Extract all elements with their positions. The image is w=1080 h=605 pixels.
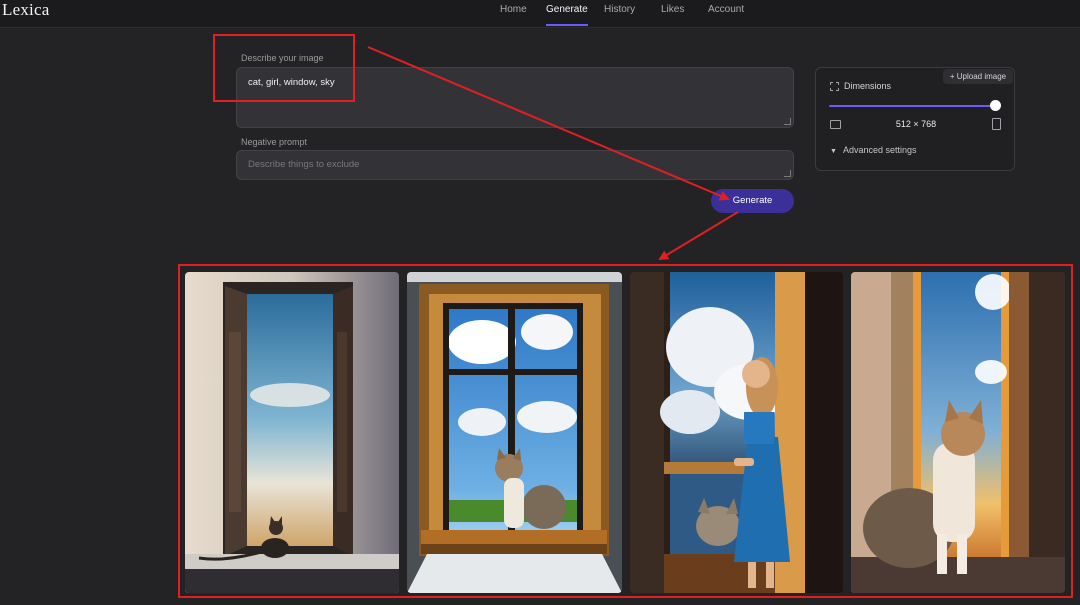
dimensions-slider-thumb[interactable] — [990, 100, 1001, 111]
prompt-highlight-box — [213, 34, 355, 102]
nav-generate[interactable]: Generate — [546, 4, 588, 15]
dimensions-label: Dimensions — [844, 81, 892, 91]
dimensions-slider[interactable] — [829, 105, 997, 107]
resize-handle-icon[interactable] — [784, 118, 791, 125]
settings-panel: + Upload image Dimensions 512 × 768 ▼ Adv… — [815, 67, 1015, 171]
negative-prompt-input[interactable]: Describe things to exclude — [236, 150, 794, 180]
negative-prompt-label: Negative prompt — [241, 137, 308, 147]
dimensions-icon — [830, 82, 839, 91]
negative-prompt-placeholder: Describe things to exclude — [248, 159, 360, 170]
nav-likes[interactable]: Likes — [661, 4, 684, 15]
active-tab-indicator — [546, 24, 588, 26]
resize-handle-icon[interactable] — [784, 170, 791, 177]
lexica-logo[interactable]: Lexica — [2, 0, 49, 20]
upload-image-button[interactable]: + Upload image — [943, 69, 1013, 84]
dimensions-value: 512 × 768 — [895, 119, 937, 129]
advanced-settings-label: Advanced settings — [842, 145, 917, 155]
gallery-highlight-box — [178, 264, 1073, 598]
nav-history[interactable]: History — [604, 4, 635, 15]
chevron-down-icon: ▼ — [830, 148, 837, 155]
portrait-icon[interactable] — [992, 118, 1001, 130]
nav-account[interactable]: Account — [708, 4, 744, 15]
top-navigation-bar: Lexica Home Generate History Likes Accou… — [0, 0, 1080, 28]
nav-home[interactable]: Home — [500, 4, 527, 15]
advanced-settings-toggle[interactable]: ▼ Advanced settings — [830, 145, 916, 155]
generate-button[interactable]: Generate — [711, 189, 794, 213]
